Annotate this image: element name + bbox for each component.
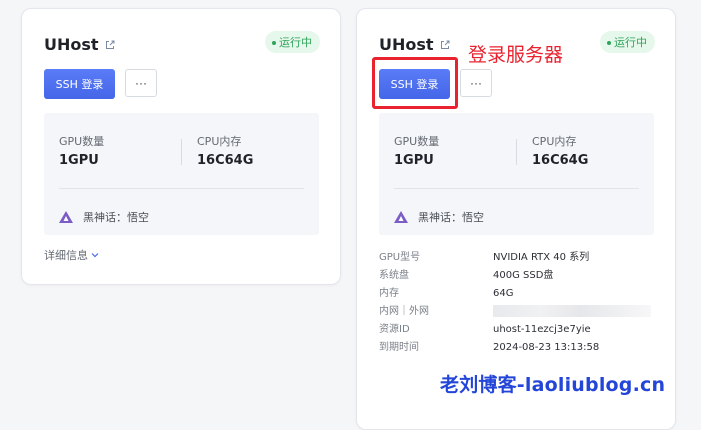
info-label: 内存: [379, 288, 399, 299]
metrics-panel: GPU数量 1GPU CPU内存 16C64G 黑神话：悟空: [44, 113, 319, 235]
info-value: 400G SSD盘: [493, 270, 554, 281]
external-edit-icon[interactable]: [440, 40, 450, 50]
info-row-expiry: 到期时间 2024-08-23 13:13:58: [379, 339, 669, 357]
cpu-memory-label: CPU内存: [532, 135, 577, 148]
info-row-gpu-model: GPU型号 NVIDIA RTX 40 系列: [379, 249, 669, 267]
cpu-memory-value: 16C64G: [197, 153, 254, 168]
card-title-row: UHost: [379, 35, 450, 54]
instance-info-table: GPU型号 NVIDIA RTX 40 系列 系统盘 400G SSD盘 内存 …: [379, 249, 669, 357]
ssh-highlight-box: [372, 57, 458, 109]
info-value: 64G: [493, 288, 514, 299]
metric-divider: [181, 139, 182, 165]
more-options-button[interactable]: ···: [460, 69, 492, 97]
status-text: 运行中: [279, 36, 312, 49]
game-image-row: 黑神话：悟空: [394, 209, 484, 225]
game-image-name: 黑神话：悟空: [83, 211, 149, 224]
watermark-text: 老刘博客-laoliublog.cn: [440, 374, 666, 396]
status-text: 运行中: [614, 36, 647, 49]
gpu-count-label: GPU数量: [59, 135, 105, 148]
details-label: 详细信息: [44, 249, 88, 262]
info-row-system-disk: 系统盘 400G SSD盘: [379, 267, 669, 285]
info-label: GPU型号: [379, 252, 421, 263]
cpu-memory-value: 16C64G: [532, 153, 589, 168]
info-row-resource-id: 资源ID uhost-11ezcj3e7yie: [379, 321, 669, 339]
metric-divider: [516, 139, 517, 165]
info-label: 到期时间: [379, 342, 419, 353]
metric-separator: [394, 188, 639, 189]
masked-ip-value: [493, 303, 651, 321]
card-title-row: UHost: [44, 35, 115, 54]
game-image-name: 黑神话：悟空: [418, 211, 484, 224]
uhost-card-1: UHost 运行中 SSH 登录 ··· GPU数量 1GPU CPU内存 16…: [21, 8, 341, 285]
callout-text: 登录服务器: [468, 44, 564, 66]
external-edit-icon[interactable]: [105, 40, 115, 50]
card-title: UHost: [44, 35, 99, 54]
gpu-count-label: GPU数量: [394, 135, 440, 148]
info-value[interactable]: uhost-11ezcj3e7yie: [493, 321, 591, 339]
status-badge: 运行中: [600, 31, 655, 53]
info-row-memory: 内存 64G: [379, 285, 669, 303]
more-options-button[interactable]: ···: [125, 69, 157, 97]
action-buttons: SSH 登录 ···: [44, 69, 157, 99]
info-label: 内网｜外网: [379, 306, 429, 317]
status-badge: 运行中: [265, 31, 320, 53]
status-dot-icon: [607, 41, 611, 45]
gpu-count-value: 1GPU: [59, 153, 99, 168]
info-label: 系统盘: [379, 270, 409, 281]
details-toggle[interactable]: 详细信息: [44, 247, 99, 263]
info-value: 2024-08-23 13:13:58: [493, 342, 600, 353]
game-logo-icon: [59, 211, 73, 223]
redacted-ip-block: [493, 305, 651, 317]
status-dot-icon: [272, 41, 276, 45]
ssh-login-button[interactable]: SSH 登录: [44, 69, 115, 99]
cpu-memory-label: CPU内存: [197, 135, 242, 148]
gpu-count-value: 1GPU: [394, 153, 434, 168]
metrics-panel: GPU数量 1GPU CPU内存 16C64G 黑神话：悟空: [379, 113, 654, 235]
game-logo-icon: [394, 211, 408, 223]
info-row-network: 内网｜外网: [379, 303, 669, 321]
game-image-row: 黑神话：悟空: [59, 209, 149, 225]
info-label: 资源ID: [379, 324, 410, 335]
card-title: UHost: [379, 35, 434, 54]
chevron-down-icon: [91, 253, 99, 258]
metric-separator: [59, 188, 304, 189]
info-value: NVIDIA RTX 40 系列: [493, 252, 590, 263]
